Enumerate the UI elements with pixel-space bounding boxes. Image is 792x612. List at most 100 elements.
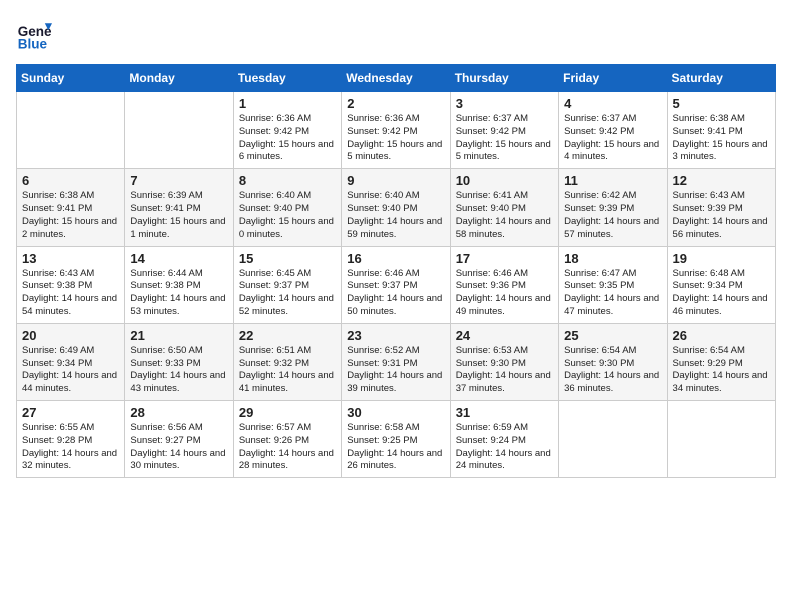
calendar-cell: 20 Sunrise: 6:49 AM Sunset: 9:34 PM Dayli…	[17, 323, 125, 400]
day-number: 4	[564, 96, 661, 111]
day-info: Sunrise: 6:51 AM Sunset: 9:32 PM Dayligh…	[239, 345, 336, 396]
day-number: 15	[239, 251, 336, 266]
day-info: Sunrise: 6:49 AM Sunset: 9:34 PM Dayligh…	[22, 345, 119, 396]
svg-text:Blue: Blue	[18, 36, 48, 51]
day-number: 18	[564, 251, 661, 266]
day-info: Sunrise: 6:54 AM Sunset: 9:30 PM Dayligh…	[564, 345, 661, 396]
day-number: 17	[456, 251, 553, 266]
calendar-cell: 4 Sunrise: 6:37 AM Sunset: 9:42 PM Daylig…	[559, 92, 667, 169]
day-number: 11	[564, 173, 661, 188]
calendar-cell: 8 Sunrise: 6:40 AM Sunset: 9:40 PM Daylig…	[233, 169, 341, 246]
day-info: Sunrise: 6:39 AM Sunset: 9:41 PM Dayligh…	[130, 190, 227, 241]
calendar-cell: 24 Sunrise: 6:53 AM Sunset: 9:30 PM Dayli…	[450, 323, 558, 400]
day-info: Sunrise: 6:45 AM Sunset: 9:37 PM Dayligh…	[239, 268, 336, 319]
calendar-cell: 13 Sunrise: 6:43 AM Sunset: 9:38 PM Dayli…	[17, 246, 125, 323]
day-info: Sunrise: 6:57 AM Sunset: 9:26 PM Dayligh…	[239, 422, 336, 473]
day-number: 20	[22, 328, 119, 343]
day-info: Sunrise: 6:53 AM Sunset: 9:30 PM Dayligh…	[456, 345, 553, 396]
calendar-cell: 19 Sunrise: 6:48 AM Sunset: 9:34 PM Dayli…	[667, 246, 775, 323]
calendar-cell: 5 Sunrise: 6:38 AM Sunset: 9:41 PM Daylig…	[667, 92, 775, 169]
day-number: 2	[347, 96, 444, 111]
calendar-cell: 15 Sunrise: 6:45 AM Sunset: 9:37 PM Dayli…	[233, 246, 341, 323]
calendar-header: SundayMondayTuesdayWednesdayThursdayFrid…	[17, 65, 776, 92]
weekday-wednesday: Wednesday	[342, 65, 450, 92]
calendar-cell: 25 Sunrise: 6:54 AM Sunset: 9:30 PM Dayli…	[559, 323, 667, 400]
day-info: Sunrise: 6:37 AM Sunset: 9:42 PM Dayligh…	[456, 113, 553, 164]
day-number: 22	[239, 328, 336, 343]
day-info: Sunrise: 6:44 AM Sunset: 9:38 PM Dayligh…	[130, 268, 227, 319]
page-header: General Blue	[16, 16, 776, 52]
day-number: 23	[347, 328, 444, 343]
day-info: Sunrise: 6:54 AM Sunset: 9:29 PM Dayligh…	[673, 345, 770, 396]
day-number: 3	[456, 96, 553, 111]
day-info: Sunrise: 6:55 AM Sunset: 9:28 PM Dayligh…	[22, 422, 119, 473]
day-number: 26	[673, 328, 770, 343]
calendar-cell: 17 Sunrise: 6:46 AM Sunset: 9:36 PM Dayli…	[450, 246, 558, 323]
day-info: Sunrise: 6:38 AM Sunset: 9:41 PM Dayligh…	[22, 190, 119, 241]
calendar-cell	[17, 92, 125, 169]
day-number: 9	[347, 173, 444, 188]
day-info: Sunrise: 6:40 AM Sunset: 9:40 PM Dayligh…	[239, 190, 336, 241]
calendar-cell: 2 Sunrise: 6:36 AM Sunset: 9:42 PM Daylig…	[342, 92, 450, 169]
day-info: Sunrise: 6:37 AM Sunset: 9:42 PM Dayligh…	[564, 113, 661, 164]
calendar-cell: 7 Sunrise: 6:39 AM Sunset: 9:41 PM Daylig…	[125, 169, 233, 246]
weekday-sunday: Sunday	[17, 65, 125, 92]
weekday-saturday: Saturday	[667, 65, 775, 92]
calendar-cell: 18Sunrise: 6:47 AM Sunset: 9:35 PM Dayli…	[559, 246, 667, 323]
calendar-cell	[559, 401, 667, 478]
calendar-cell: 14 Sunrise: 6:44 AM Sunset: 9:38 PM Dayli…	[125, 246, 233, 323]
day-info: Sunrise: 6:56 AM Sunset: 9:27 PM Dayligh…	[130, 422, 227, 473]
calendar-cell	[667, 401, 775, 478]
calendar-cell: 26 Sunrise: 6:54 AM Sunset: 9:29 PM Dayli…	[667, 323, 775, 400]
day-info: Sunrise: 6:41 AM Sunset: 9:40 PM Dayligh…	[456, 190, 553, 241]
calendar-cell: 12 Sunrise: 6:43 AM Sunset: 9:39 PM Dayli…	[667, 169, 775, 246]
calendar-cell	[125, 92, 233, 169]
day-info: Sunrise: 6:42 AM Sunset: 9:39 PM Dayligh…	[564, 190, 661, 241]
day-info: Sunrise: 6:52 AM Sunset: 9:31 PM Dayligh…	[347, 345, 444, 396]
day-number: 29	[239, 405, 336, 420]
day-info: Sunrise: 6:40 AM Sunset: 9:40 PM Dayligh…	[347, 190, 444, 241]
day-number: 12	[673, 173, 770, 188]
day-number: 16	[347, 251, 444, 266]
weekday-monday: Monday	[125, 65, 233, 92]
day-number: 27	[22, 405, 119, 420]
day-info: Sunrise: 6:58 AM Sunset: 9:25 PM Dayligh…	[347, 422, 444, 473]
day-number: 25	[564, 328, 661, 343]
day-number: 10	[456, 173, 553, 188]
day-number: 28	[130, 405, 227, 420]
day-info: Sunrise: 6:36 AM Sunset: 9:42 PM Dayligh…	[347, 113, 444, 164]
day-number: 19	[673, 251, 770, 266]
day-number: 21	[130, 328, 227, 343]
calendar-cell: 16Sunrise: 6:46 AM Sunset: 9:37 PM Dayli…	[342, 246, 450, 323]
day-number: 7	[130, 173, 227, 188]
day-info: Sunrise: 6:38 AM Sunset: 9:41 PM Dayligh…	[673, 113, 770, 164]
calendar-cell: 27 Sunrise: 6:55 AM Sunset: 9:28 PM Dayli…	[17, 401, 125, 478]
day-number: 6	[22, 173, 119, 188]
weekday-thursday: Thursday	[450, 65, 558, 92]
day-info: Sunrise: 6:43 AM Sunset: 9:39 PM Dayligh…	[673, 190, 770, 241]
calendar-cell: 29 Sunrise: 6:57 AM Sunset: 9:26 PM Dayli…	[233, 401, 341, 478]
day-number: 24	[456, 328, 553, 343]
calendar-cell: 23 Sunrise: 6:52 AM Sunset: 9:31 PM Dayli…	[342, 323, 450, 400]
day-number: 1	[239, 96, 336, 111]
day-number: 5	[673, 96, 770, 111]
day-number: 14	[130, 251, 227, 266]
calendar-cell: 30 Sunrise: 6:58 AM Sunset: 9:25 PM Dayli…	[342, 401, 450, 478]
calendar-cell: 9 Sunrise: 6:40 AM Sunset: 9:40 PM Daylig…	[342, 169, 450, 246]
calendar-table: SundayMondayTuesdayWednesdayThursdayFrid…	[16, 64, 776, 478]
day-info: Sunrise: 6:48 AM Sunset: 9:34 PM Dayligh…	[673, 268, 770, 319]
calendar-cell: 28 Sunrise: 6:56 AM Sunset: 9:27 PM Dayli…	[125, 401, 233, 478]
calendar-cell: 10 Sunrise: 6:41 AM Sunset: 9:40 PM Dayli…	[450, 169, 558, 246]
day-number: 8	[239, 173, 336, 188]
logo-icon: General Blue	[16, 16, 52, 52]
day-info: Sunrise: 6:46 AM Sunset: 9:36 PM Dayligh…	[456, 268, 553, 319]
day-number: 13	[22, 251, 119, 266]
day-info: Sunrise: 6:43 AM Sunset: 9:38 PM Dayligh…	[22, 268, 119, 319]
weekday-friday: Friday	[559, 65, 667, 92]
weekday-tuesday: Tuesday	[233, 65, 341, 92]
day-number: 30	[347, 405, 444, 420]
calendar-cell: 11 Sunrise: 6:42 AM Sunset: 9:39 PM Dayli…	[559, 169, 667, 246]
calendar-cell: 21Sunrise: 6:50 AM Sunset: 9:33 PM Dayli…	[125, 323, 233, 400]
day-info: Sunrise: 6:36 AM Sunset: 9:42 PM Dayligh…	[239, 113, 336, 164]
calendar-cell: 6 Sunrise: 6:38 AM Sunset: 9:41 PM Daylig…	[17, 169, 125, 246]
